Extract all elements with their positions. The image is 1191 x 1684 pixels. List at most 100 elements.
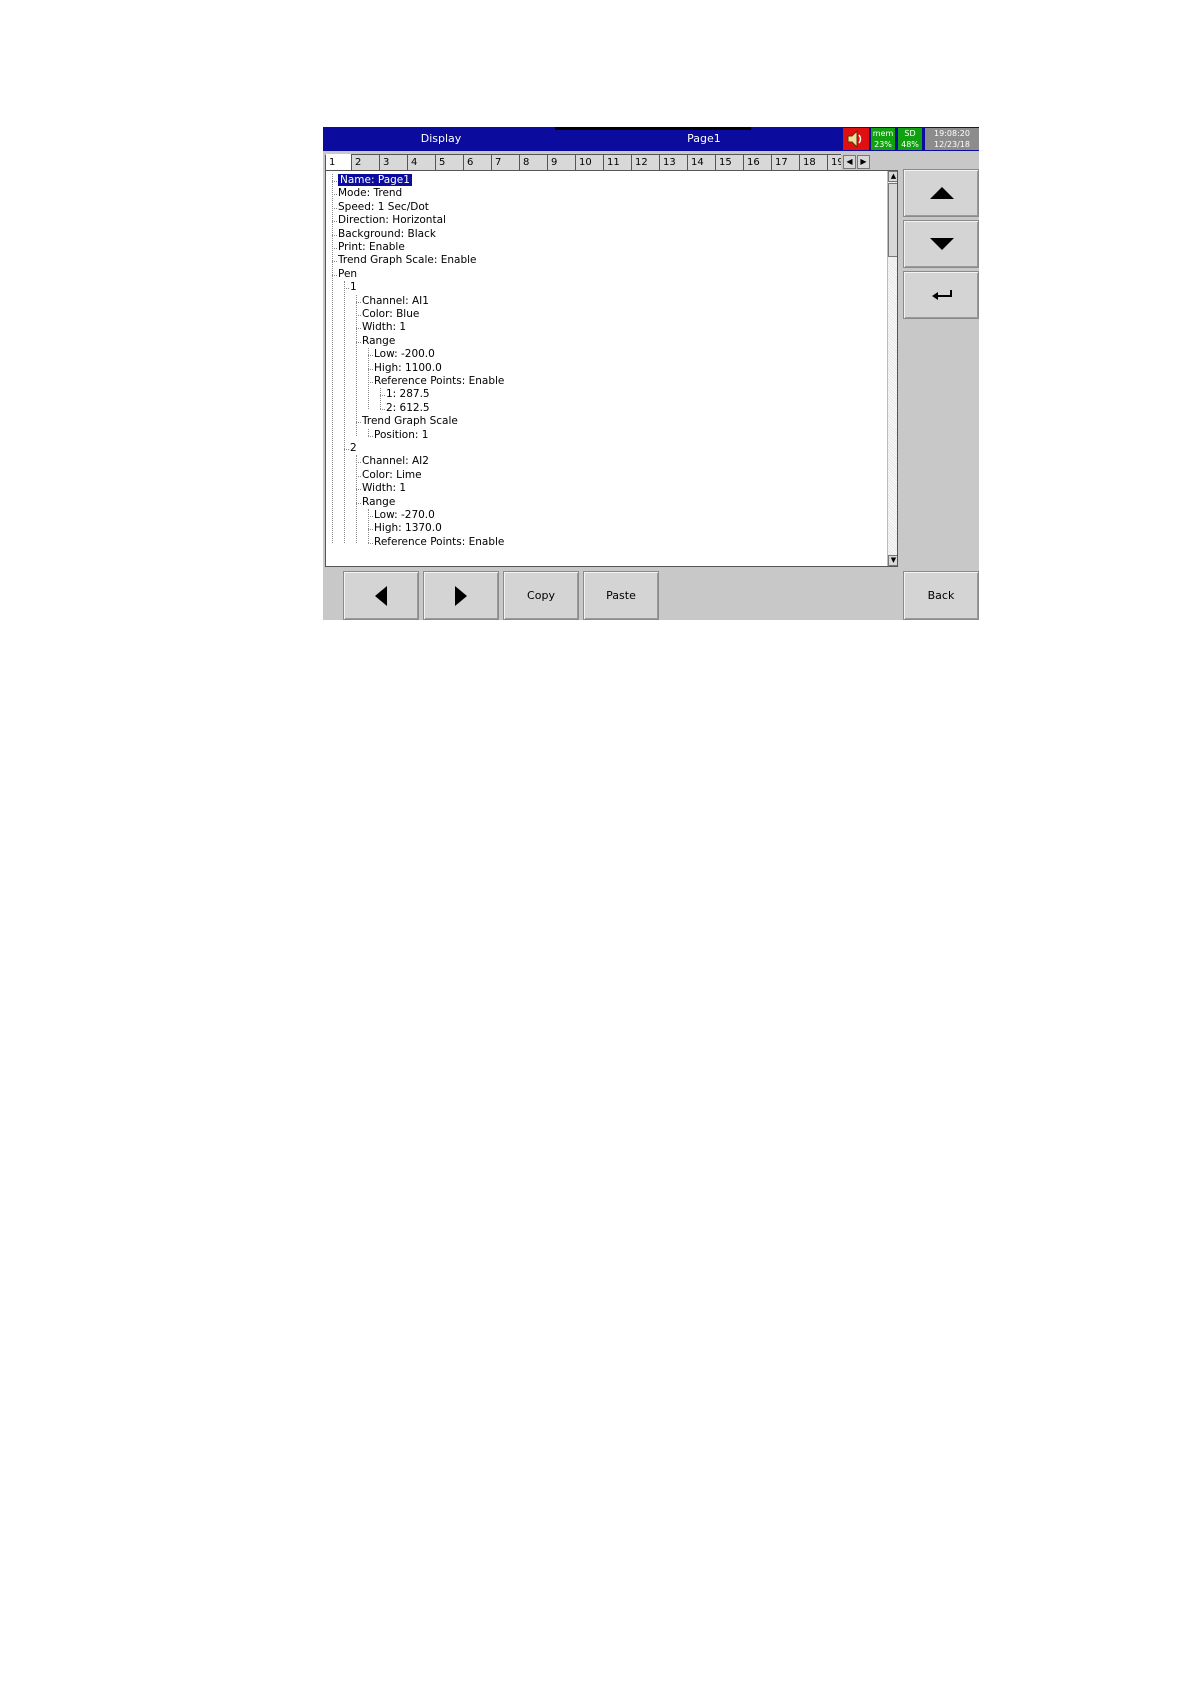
tree-guide	[380, 388, 381, 410]
tree-node-label: Low: -270.0	[374, 509, 435, 521]
tree-node[interactable]: 2: 612.5	[386, 402, 430, 415]
tab-7[interactable]: 7	[491, 154, 519, 170]
tree-guide	[368, 348, 369, 410]
tree-node[interactable]: Background: Black	[338, 228, 436, 241]
tree-node-label: Mode: Trend	[338, 187, 403, 200]
tree-node[interactable]: Low: -200.0	[374, 348, 435, 361]
enter-icon	[932, 290, 952, 300]
tree-node[interactable]: Print: Enable	[338, 241, 405, 254]
tab-15[interactable]: 15	[715, 154, 743, 170]
next-button[interactable]	[423, 571, 499, 620]
tree-guide	[368, 428, 369, 436]
memory-label: mem	[872, 129, 894, 138]
settings-tree: Name: Page1 Mode: Trend Speed: 1 Sec/Dot Di…	[325, 170, 898, 567]
tree-node[interactable]: 1	[350, 281, 357, 294]
tree-node[interactable]: Speed: 1 Sec/Dot	[338, 201, 429, 214]
tree-node-label: Speed: 1 Sec/Dot	[338, 200, 429, 213]
scroll-thumb[interactable]	[888, 183, 897, 257]
tree-guide	[332, 174, 333, 544]
page-tabs: 1 2 3 4 5 6 7 8 9 10 11 12 13 14 15 16 17 18 19	[325, 154, 841, 170]
tree-node[interactable]: High: 1100.0	[374, 362, 442, 375]
tree-node[interactable]: Low: -270.0	[374, 509, 435, 522]
tree-node[interactable]: Pen	[338, 268, 357, 281]
tree-node-label: 1: 287.5	[386, 388, 430, 401]
tree-node[interactable]: Name: Page1	[338, 174, 412, 187]
tab-11[interactable]: 11	[603, 154, 631, 170]
tab-scroll: ◀ ▶	[843, 155, 871, 169]
arrow-left-icon	[375, 586, 387, 606]
tree-node[interactable]: Color: Blue	[362, 308, 419, 321]
scroll-down-icon[interactable]: ▼	[888, 555, 897, 566]
tree-node-label: Pen	[338, 267, 358, 280]
recorder-screen: Display Page1 mem 23% SD 48% 19:08:20 12…	[323, 127, 979, 620]
tree-node[interactable]: Channel: AI2	[362, 455, 429, 468]
tree-node-label: Name: Page1	[338, 174, 412, 186]
tree-node[interactable]: Range	[362, 496, 395, 509]
tree-node-label: Channel: AI2	[362, 455, 429, 468]
tab-8[interactable]: 8	[519, 154, 547, 170]
tree-node[interactable]: Width: 1	[362, 482, 406, 495]
tab-2[interactable]: 2	[351, 154, 379, 170]
tree-node-label: High: 1370.0	[374, 522, 442, 535]
tree-node[interactable]: Trend Graph Scale: Enable	[338, 254, 477, 267]
tree-node[interactable]: High: 1370.0	[374, 522, 442, 535]
tree-node[interactable]: Color: Lime	[362, 469, 422, 482]
tree-node-label: Low: -200.0	[374, 348, 435, 361]
clock: 19:08:20 12/23/18	[925, 128, 979, 150]
tree-node[interactable]: Direction: Horizontal	[338, 214, 446, 227]
sd-label: SD	[904, 129, 916, 138]
vertical-scrollbar[interactable]: ▲ ▼	[887, 171, 897, 566]
tab-17[interactable]: 17	[771, 154, 799, 170]
tree-node-label: Trend Graph Scale	[362, 415, 458, 428]
memory-status: mem 23%	[871, 128, 895, 150]
scroll-up-icon[interactable]: ▲	[888, 171, 897, 182]
tab-18[interactable]: 18	[799, 154, 827, 170]
tree-node[interactable]: Reference Points: Enable	[374, 536, 504, 549]
tab-14[interactable]: 14	[687, 154, 715, 170]
tab-16[interactable]: 16	[743, 154, 771, 170]
tab-19[interactable]: 19	[827, 154, 841, 170]
tree-node-label: Range	[362, 334, 396, 347]
tree-node[interactable]: Channel: AI1	[362, 295, 429, 308]
sd-status: SD 48%	[898, 128, 922, 150]
tree-node-label: Reference Points: Enable	[374, 535, 505, 548]
menu-title: Display	[420, 132, 462, 145]
tab-scroll-left-icon[interactable]: ◀	[843, 155, 856, 169]
tab-5[interactable]: 5	[435, 154, 463, 170]
arrow-right-icon	[455, 586, 467, 606]
tree-node[interactable]: Reference Points: Enable	[374, 375, 504, 388]
tab-10[interactable]: 10	[575, 154, 603, 170]
tree-node[interactable]: Trend Graph Scale	[362, 415, 458, 428]
arrow-up-icon	[930, 187, 954, 199]
speaker-icon[interactable]	[843, 128, 869, 150]
tree-node[interactable]: Range	[362, 335, 395, 348]
tree-node-label: Width: 1	[362, 321, 407, 334]
paste-button[interactable]: Paste	[583, 571, 659, 620]
tab-6[interactable]: 6	[463, 154, 491, 170]
tree-node[interactable]: Mode: Trend	[338, 187, 402, 200]
clock-time: 19:08:20	[934, 129, 970, 138]
back-button[interactable]: Back	[903, 571, 979, 620]
copy-button[interactable]: Copy	[503, 571, 579, 620]
tab-4[interactable]: 4	[407, 154, 435, 170]
tree-node[interactable]: 2	[350, 442, 357, 455]
tree-node[interactable]: 1: 287.5	[386, 388, 430, 401]
tree-guide	[356, 455, 357, 544]
tab-12[interactable]: 12	[631, 154, 659, 170]
move-down-button[interactable]	[903, 220, 979, 268]
tab-9[interactable]: 9	[547, 154, 575, 170]
tab-3[interactable]: 3	[379, 154, 407, 170]
previous-button[interactable]	[343, 571, 419, 620]
tree-node-label: 2	[350, 442, 357, 454]
page-title: Page1	[687, 132, 721, 145]
tab-13[interactable]: 13	[659, 154, 687, 170]
tree-node[interactable]: Position: 1	[374, 429, 428, 442]
tree-node-label: Color: Lime	[362, 468, 422, 481]
enter-button[interactable]	[903, 271, 979, 319]
tree-guide	[368, 509, 369, 544]
tree-node-label: Trend Graph Scale: Enable	[338, 254, 477, 267]
tree-node[interactable]: Width: 1	[362, 321, 406, 334]
tab-scroll-right-icon[interactable]: ▶	[857, 155, 870, 169]
tab-1[interactable]: 1	[325, 154, 351, 170]
move-up-button[interactable]	[903, 169, 979, 217]
